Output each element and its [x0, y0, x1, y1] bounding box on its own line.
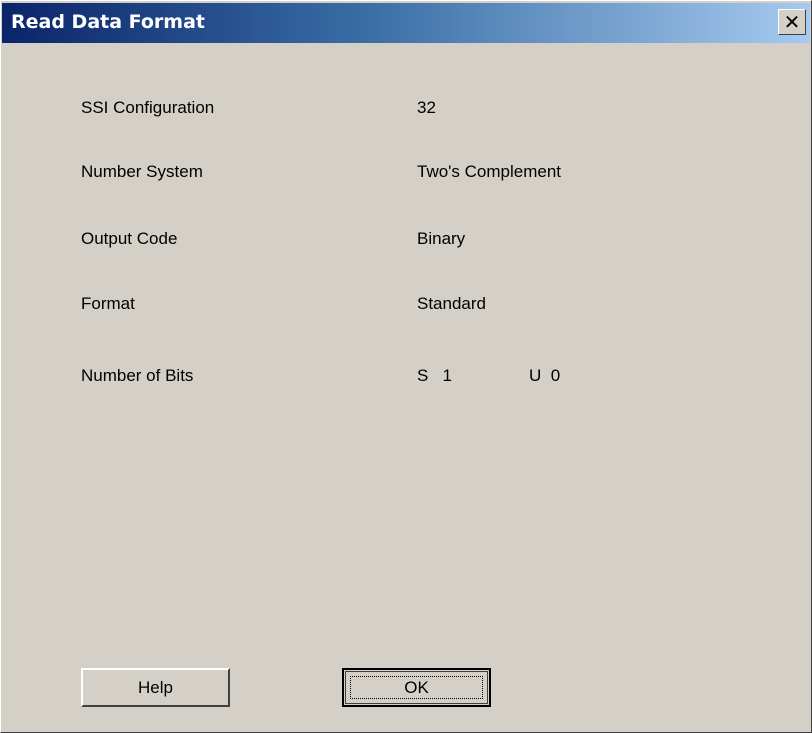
label-number-system: Number System	[81, 162, 203, 181]
row-format: Format Standard	[1, 294, 812, 324]
close-icon: ✕	[783, 10, 801, 34]
label-ssi-configuration: SSI Configuration	[81, 98, 215, 117]
help-button-label: Help	[138, 677, 173, 697]
read-data-format-dialog: Read Data Format ✕ SSI Configuration 32 …	[0, 0, 812, 733]
label-output-code: Output Code	[81, 229, 178, 248]
focus-rectangle	[350, 676, 483, 699]
value-output-code: Binary	[417, 229, 466, 248]
value-ssi-configuration: 32	[417, 98, 436, 117]
row-number-of-bits: Number of Bits S 1 U 0	[1, 366, 812, 396]
value-format: Standard	[417, 294, 486, 313]
title-bar[interactable]: Read Data Format ✕	[2, 3, 810, 43]
value-unsigned-bits: U 0	[529, 366, 561, 385]
value-signed-bits: S 1	[417, 366, 452, 385]
row-output-code: Output Code Binary	[1, 229, 812, 259]
label-number-of-bits: Number of Bits	[81, 366, 194, 385]
help-button[interactable]: Help	[81, 668, 230, 707]
row-number-system: Number System Two's Complement	[1, 162, 812, 192]
row-ssi-configuration: SSI Configuration 32	[1, 98, 812, 128]
window-title: Read Data Format	[11, 11, 205, 33]
ok-button[interactable]: OK	[342, 668, 491, 707]
label-format: Format	[81, 294, 135, 313]
value-number-system: Two's Complement	[417, 162, 562, 181]
close-button[interactable]: ✕	[778, 9, 806, 35]
